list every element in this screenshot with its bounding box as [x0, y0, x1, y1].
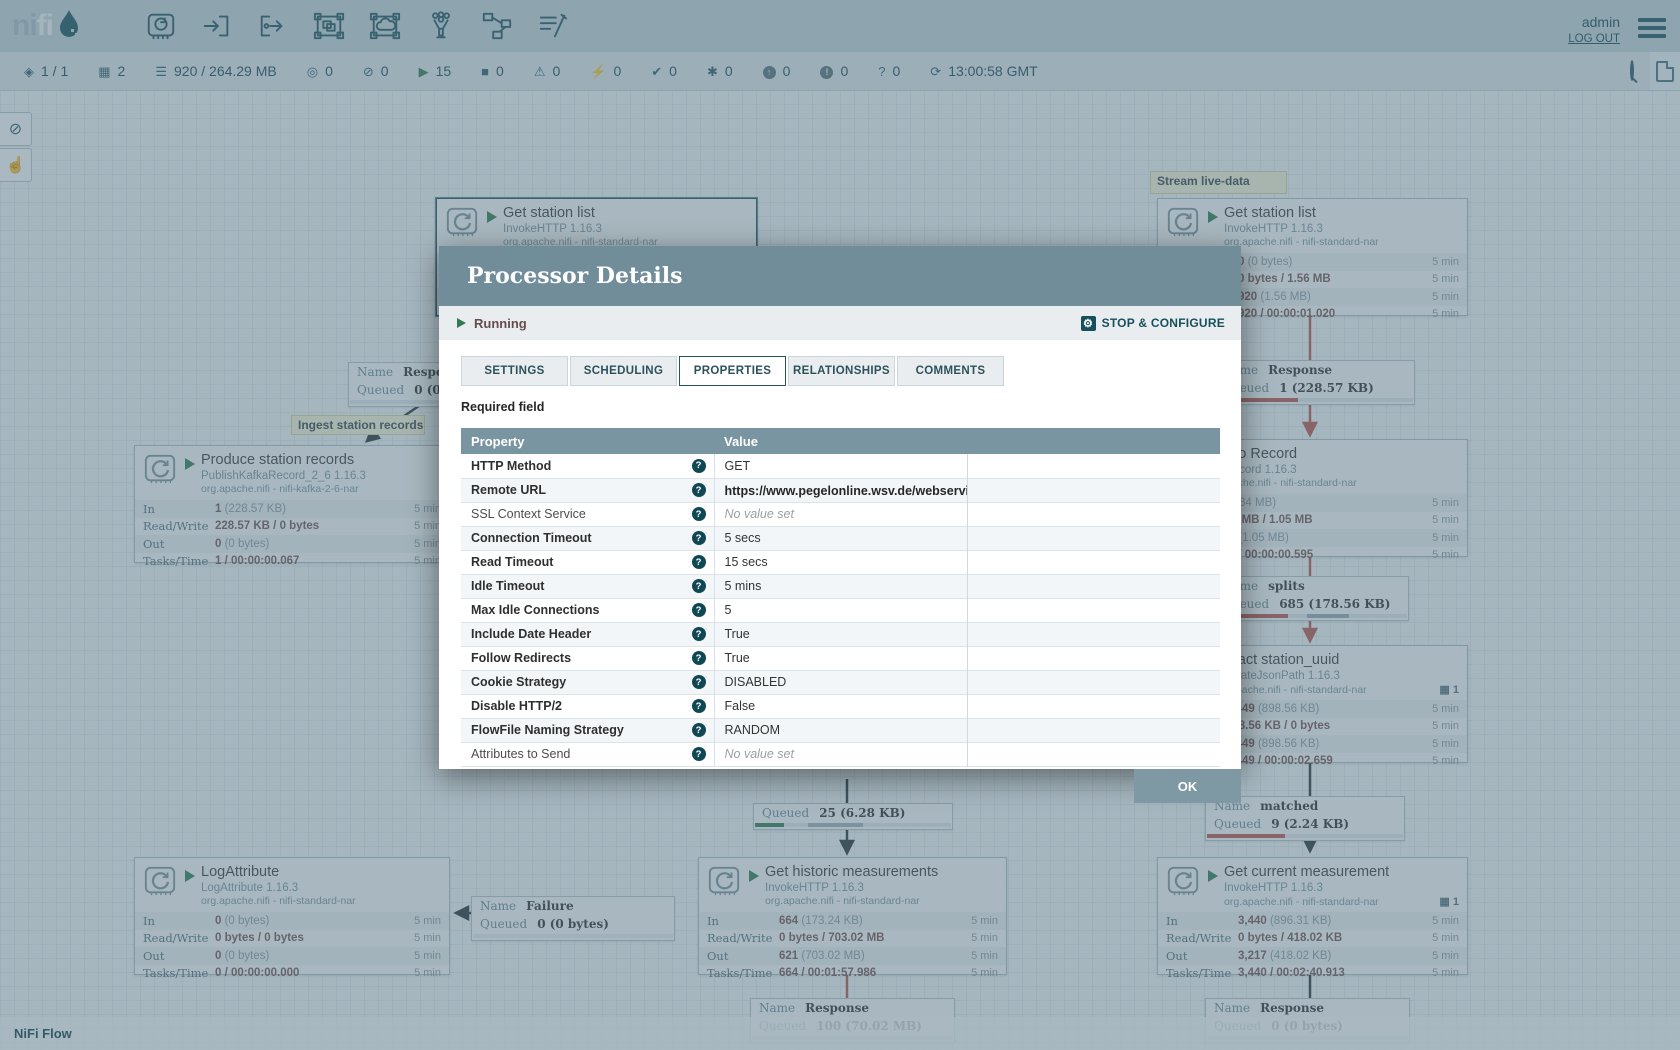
- dialog-title: Processor Details: [439, 246, 1241, 306]
- property-value: DISABLED: [714, 670, 967, 694]
- property-value: False: [714, 694, 967, 718]
- processor-details-dialog: Processor Details Running ⚙ STOP & CONFI…: [439, 246, 1241, 769]
- property-row[interactable]: FlowFile Naming Strategy ? RANDOM: [461, 718, 1220, 742]
- tab-relationships[interactable]: RELATIONSHIPS: [788, 356, 895, 386]
- required-field-note: Required field: [461, 400, 1219, 416]
- properties-header-row: Property Value: [461, 428, 1220, 454]
- help-icon[interactable]: ?: [692, 531, 706, 545]
- help-icon[interactable]: ?: [692, 675, 706, 689]
- property-value: RANDOM: [714, 718, 967, 742]
- property-value: https://www.pegelonline.wsv.de/webservic…: [714, 478, 967, 502]
- property-name: Idle Timeout: [471, 579, 544, 593]
- help-icon[interactable]: ?: [692, 555, 706, 569]
- property-row[interactable]: Remote URL ? https://www.pegelonline.wsv…: [461, 478, 1220, 502]
- property-row[interactable]: Max Idle Connections ? 5: [461, 598, 1220, 622]
- property-value: No value set: [714, 502, 967, 526]
- stop-and-configure-button[interactable]: ⚙ STOP & CONFIGURE: [1081, 316, 1225, 331]
- property-name: Include Date Header: [471, 627, 591, 641]
- tab-settings[interactable]: SETTINGS: [461, 356, 568, 386]
- properties-table: Property Value HTTP Method ? GET Remote …: [461, 428, 1220, 767]
- property-row[interactable]: Include Date Header ? True: [461, 622, 1220, 646]
- property-row[interactable]: Follow Redirects ? True: [461, 646, 1220, 670]
- property-name: Attributes to Send: [471, 747, 570, 761]
- property-value: 5 mins: [714, 574, 967, 598]
- property-name: Cookie Strategy: [471, 675, 566, 689]
- property-row[interactable]: Disable HTTP/2 ? False: [461, 694, 1220, 718]
- property-value: 5 secs: [714, 526, 967, 550]
- property-name: Follow Redirects: [471, 651, 571, 665]
- property-value: GET: [714, 454, 967, 478]
- value-column-header: Value: [714, 428, 967, 454]
- property-row[interactable]: Read Timeout ? 15 secs: [461, 550, 1220, 574]
- property-name: Disable HTTP/2: [471, 699, 562, 713]
- property-value: True: [714, 646, 967, 670]
- property-value: True: [714, 622, 967, 646]
- run-status-label: Running: [474, 316, 527, 331]
- help-icon[interactable]: ?: [692, 507, 706, 521]
- property-name: Connection Timeout: [471, 531, 592, 545]
- tab-scheduling[interactable]: SCHEDULING: [570, 356, 677, 386]
- property-value: No value set: [714, 742, 967, 766]
- property-name: Remote URL: [471, 483, 546, 497]
- property-value: 15 secs: [714, 550, 967, 574]
- property-name: HTTP Method: [471, 459, 551, 473]
- help-icon[interactable]: ?: [692, 747, 706, 761]
- help-icon[interactable]: ?: [692, 603, 706, 617]
- property-row[interactable]: Connection Timeout ? 5 secs: [461, 526, 1220, 550]
- help-icon[interactable]: ?: [692, 723, 706, 737]
- property-name: SSL Context Service: [471, 507, 586, 521]
- tab-comments[interactable]: COMMENTS: [897, 356, 1004, 386]
- tab-properties[interactable]: PROPERTIES: [679, 356, 786, 386]
- help-icon[interactable]: ?: [692, 699, 706, 713]
- property-row[interactable]: SSL Context Service ? No value set: [461, 502, 1220, 526]
- property-row[interactable]: HTTP Method ? GET: [461, 454, 1220, 478]
- help-icon[interactable]: ?: [692, 579, 706, 593]
- help-icon[interactable]: ?: [692, 627, 706, 641]
- property-row[interactable]: Cookie Strategy ? DISABLED: [461, 670, 1220, 694]
- help-icon[interactable]: ?: [692, 651, 706, 665]
- gear-icon: ⚙: [1081, 316, 1096, 331]
- nifi-app: nifi admin LOG OUT ◈ 1 / 1 ▦: [0, 0, 1680, 1050]
- property-name: FlowFile Naming Strategy: [471, 723, 624, 737]
- property-row[interactable]: Attributes to Send ? No value set: [461, 742, 1220, 766]
- property-name: Read Timeout: [471, 555, 553, 569]
- property-value: 5: [714, 598, 967, 622]
- property-name: Max Idle Connections: [471, 603, 600, 617]
- property-row[interactable]: Idle Timeout ? 5 mins: [461, 574, 1220, 598]
- property-column-header: Property: [461, 428, 714, 454]
- running-status-icon: [457, 318, 466, 328]
- help-icon[interactable]: ?: [692, 483, 706, 497]
- ok-button[interactable]: OK: [1134, 769, 1241, 803]
- help-icon[interactable]: ?: [692, 459, 706, 473]
